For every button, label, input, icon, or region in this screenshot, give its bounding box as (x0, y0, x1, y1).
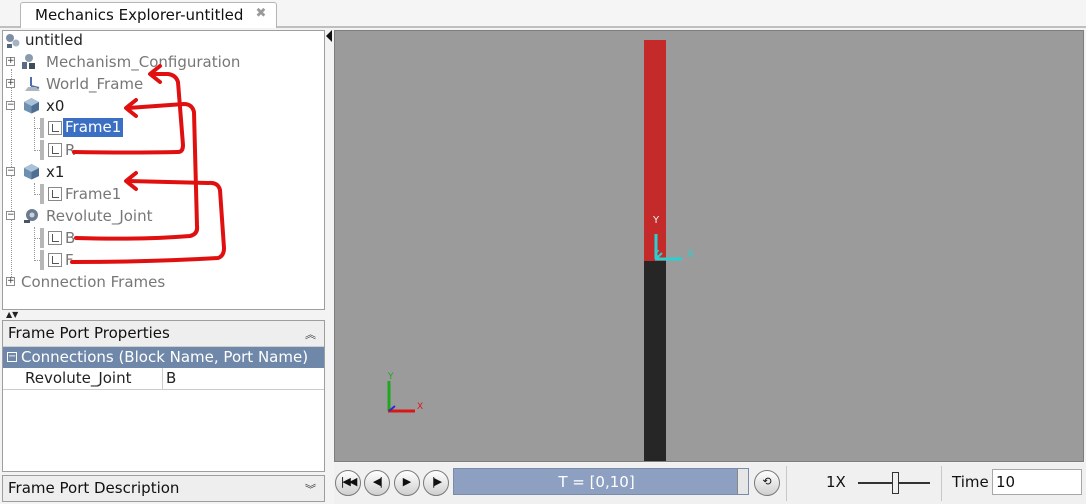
speed-label: 1X (826, 473, 846, 491)
collapse-icon[interactable]: − (6, 101, 15, 110)
3d-viewport[interactable]: Y X Z Y X (334, 30, 1084, 462)
tree-item-label: untitled (25, 31, 83, 49)
tree-item-revolute-f[interactable]: F (3, 249, 203, 271)
double-chevron-up-icon[interactable]: ︽ (305, 326, 316, 342)
timeline-handle[interactable] (737, 469, 748, 494)
revolute-joint-icon (24, 209, 38, 223)
speed-slider-thumb[interactable] (892, 472, 899, 494)
frame-port-icon (48, 253, 62, 267)
collapse-pane-icon[interactable] (326, 30, 332, 42)
frame-port-icon (48, 187, 62, 201)
tree-item-label-selected: Frame1 (63, 118, 124, 137)
mechanics-explorer-window: Mechanics Explorer-untitled ✖ untitled + (0, 0, 1086, 504)
timeline-slider[interactable]: T = [0,10] (453, 468, 749, 495)
tree-item-untitled[interactable]: untitled (3, 31, 203, 51)
collapse-icon[interactable]: − (7, 352, 17, 362)
frame-y-label: Y (653, 215, 660, 226)
tree-item-x1-frame1[interactable]: Frame1 (3, 183, 203, 205)
tree-item-label: x1 (46, 163, 65, 181)
frame-port-icon (48, 231, 62, 245)
connections-group-header[interactable]: − Connections (Block Name, Port Name) (3, 347, 324, 368)
splitter-arrows-icon[interactable]: ▲▼ (6, 310, 18, 319)
mechanism-configuration-icon (22, 54, 35, 69)
expand-icon[interactable]: + (6, 277, 15, 286)
tree-item-revolute-b[interactable]: B (3, 227, 203, 249)
tree-item-label: F (65, 251, 74, 269)
tab-bar: Mechanics Explorer-untitled ✖ (0, 0, 1086, 28)
tree-item-label: Mechanism_Configuration (46, 53, 241, 71)
tree-item-x0-frame1[interactable]: Frame1 (3, 117, 203, 139)
frame-x-label: X (687, 249, 694, 260)
tree-item-label: World_Frame (46, 75, 144, 93)
play-icon: ▶ (402, 475, 412, 488)
tree-item-label: Revolute_Joint (46, 207, 153, 225)
frame-port-icon (48, 143, 62, 157)
close-icon[interactable]: ✖ (254, 7, 268, 21)
tree-item-connection-frames[interactable]: + Connection Frames (3, 271, 223, 293)
solid-block-icon (24, 164, 39, 180)
connections-group-label: Connections (Block Name, Port Name) (21, 348, 309, 366)
step-back-button[interactable]: ◀| (364, 470, 390, 496)
play-button[interactable]: ▶ (394, 470, 420, 496)
tree-item-revolute-joint[interactable]: − Revolute_Joint (3, 205, 223, 227)
frame-z-label: Z (654, 249, 660, 258)
tree-panel: untitled + Mechanism_Configuration + Wor… (2, 30, 325, 310)
connection-block-name: Revolute_Joint (3, 368, 163, 390)
tree-item-mechanism-configuration[interactable]: + Mechanism_Configuration (3, 51, 263, 73)
loop-button[interactable]: ⟲ (754, 470, 780, 496)
frame-port-properties-panel: Frame Port Properties ︽ − Connections (B… (2, 320, 325, 472)
time-input[interactable]: 10 (992, 469, 1082, 495)
frame-port-icon (48, 121, 62, 135)
world-frame-icon (25, 77, 40, 91)
properties-header[interactable]: Frame Port Properties ︽ (3, 321, 324, 347)
tree-item-x0-r[interactable]: R (3, 139, 203, 161)
expand-icon[interactable]: + (6, 57, 15, 66)
expand-icon[interactable]: + (6, 79, 15, 88)
panel-splitter[interactable]: ▲▼ (2, 310, 325, 319)
model-icon (6, 34, 20, 48)
tree-item-x0[interactable]: − x0 (3, 95, 203, 117)
tab-title: Mechanics Explorer-untitled (35, 6, 244, 24)
playback-toolbar: |◀◀ ◀| ▶ |▶ T = [0,10] ⟲ 1X Time 10 (334, 463, 1086, 504)
repeat-icon: ⟲ (762, 475, 772, 488)
skip-back-icon: |◀◀ (340, 475, 358, 488)
time-label: Time (952, 473, 989, 491)
step-forward-icon: |▶ (431, 475, 442, 488)
solid-block-icon (24, 98, 39, 114)
connection-row[interactable]: Revolute_Joint B (3, 368, 324, 390)
description-title: Frame Port Description (8, 479, 180, 497)
collapse-icon[interactable]: − (6, 167, 15, 176)
tree-item-x1[interactable]: − x1 (3, 161, 203, 183)
collapse-icon[interactable]: − (6, 211, 15, 220)
step-back-icon: ◀| (372, 475, 383, 488)
properties-title: Frame Port Properties (8, 324, 170, 342)
rewind-to-start-button[interactable]: |◀◀ (335, 470, 361, 496)
tree-item-label: Frame1 (65, 185, 122, 203)
tree-item-label: x0 (46, 97, 65, 115)
world-x-label: X (417, 402, 424, 412)
step-forward-button[interactable]: |▶ (423, 470, 449, 496)
timeline-range-text: T = [0,10] (558, 473, 635, 491)
connection-port-name: B (166, 369, 177, 387)
tree-item-label: Connection Frames (21, 273, 166, 291)
tree-item-label: B (65, 229, 76, 247)
tree-item-label: R (65, 141, 76, 159)
tree-item-world-frame[interactable]: + World_Frame (3, 73, 203, 95)
world-y-label: Y (388, 372, 394, 382)
double-chevron-down-icon[interactable]: ︾ (305, 481, 316, 497)
tab-mechanics-explorer[interactable]: Mechanics Explorer-untitled ✖ (20, 2, 277, 28)
frame-axes-overlay (387, 234, 682, 413)
frame-port-description-panel[interactable]: Frame Port Description ︾ (2, 475, 325, 502)
